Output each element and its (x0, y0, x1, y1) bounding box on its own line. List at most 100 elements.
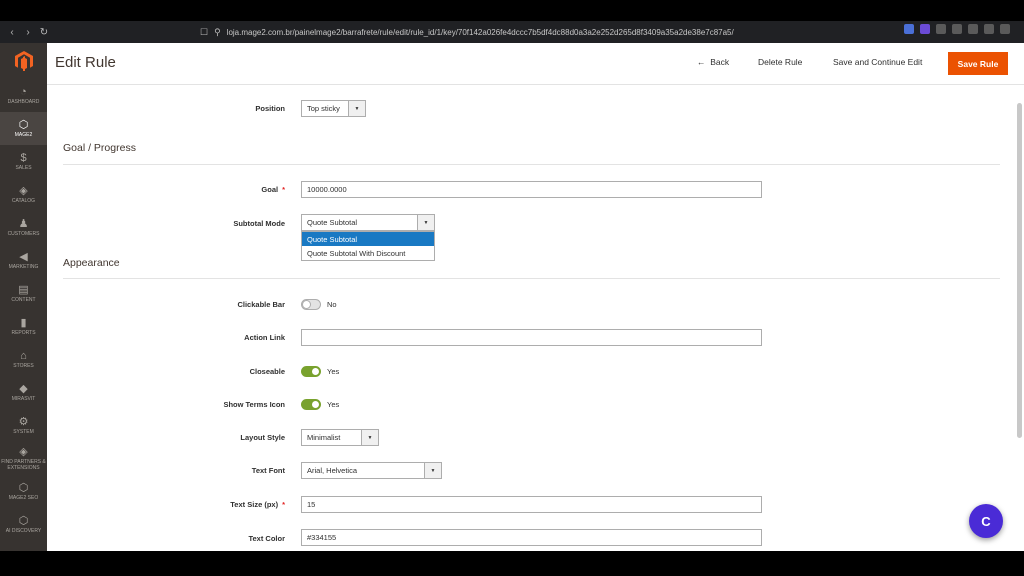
clickable-bar-value: No (327, 300, 337, 309)
browser-back-icon[interactable]: ‹ (4, 24, 20, 40)
extension-icon[interactable] (920, 24, 930, 34)
toggle-knob (311, 400, 320, 409)
sidebar-item-label: SYSTEM (13, 429, 34, 435)
text-size-label: Text Size (px) * (230, 500, 285, 509)
subtotal-mode-dropdown: Quote Subtotal Quote Subtotal With Disco… (301, 231, 435, 261)
megaphone-icon: ◀ (19, 251, 28, 263)
chevron-down-icon: ▼ (348, 101, 365, 116)
goal-input[interactable]: 10000.0000 (301, 181, 762, 198)
closeable-value: Yes (327, 367, 340, 376)
hexagon-icon: ⬡ (18, 515, 29, 527)
page-scrollbar[interactable] (1017, 103, 1022, 438)
sidebar-item-label: STORES (13, 363, 34, 369)
dropdown-option[interactable]: Quote Subtotal (302, 232, 434, 246)
clickable-bar-toggle[interactable] (301, 299, 321, 310)
sidebar-item-label: FIND PARTNERS & EXTENSIONS (1, 459, 46, 471)
sidebar-item-system[interactable]: ⚙ SYSTEM (0, 409, 47, 442)
position-select[interactable]: Top sticky ▼ (301, 100, 366, 117)
sidebar-item-catalog[interactable]: ◈ CATALOG (0, 178, 47, 211)
back-button[interactable]: ← Back (697, 57, 729, 67)
text-font-label: Text Font (251, 466, 285, 475)
video-letterbox-bottom (0, 551, 1024, 576)
subtotal-mode-value: Quote Subtotal (307, 218, 358, 227)
sidebar-item-label: MIRASVIT (11, 396, 36, 402)
sidebar-item-customers[interactable]: ♟ CUSTOMERS (0, 211, 47, 244)
sidebar-item-label: MAGE2 SEO (8, 495, 39, 501)
show-terms-label: Show Terms Icon (223, 400, 285, 409)
text-size-input[interactable]: 15 (301, 496, 762, 513)
menu-icon[interactable] (1000, 24, 1010, 34)
profile-icon[interactable] (984, 24, 994, 34)
sidebar-item-label: AI DISCOVERY (5, 528, 42, 534)
diamond-icon: ◆ (19, 383, 28, 395)
sidebar-item-find-partners-extensions[interactable]: ◈ FIND PARTNERS & EXTENSIONS (0, 442, 47, 475)
section-divider (63, 278, 1000, 279)
section-appearance: Appearance (63, 257, 120, 269)
sidebar-item-reports[interactable]: ▮ REPORTS (0, 310, 47, 343)
sidebar-item-label: MAGE2 (14, 132, 33, 138)
show-terms-toggle[interactable] (301, 399, 321, 410)
text-color-label: Text Color (248, 534, 285, 543)
sidebar-item-label: MARKETING (8, 264, 39, 270)
sidebar-item-mage2[interactable]: ⬡ MAGE2 (0, 112, 47, 145)
page-header: Edit Rule ← Back Delete Rule Save and Co… (47, 43, 1024, 85)
wallet-icon[interactable] (968, 24, 978, 34)
chat-widget-button[interactable]: C (969, 504, 1003, 538)
layout-style-select[interactable]: Minimalist ▼ (301, 429, 379, 446)
sidebar-item-mirasvit[interactable]: ◆ MIRASVIT (0, 376, 47, 409)
magento-logo[interactable] (0, 43, 47, 79)
section-goal-progress: Goal / Progress (63, 142, 136, 154)
sidebar-item-ai-discovery[interactable]: ⬡ AI DISCOVERY (0, 508, 47, 541)
sidebar-item-dashboard[interactable]: ◔ DASHBOARD (0, 79, 47, 112)
action-link-input[interactable] (301, 329, 762, 346)
sidebar-item-label: CATALOG (11, 198, 36, 204)
text-color-input[interactable]: #334155 (301, 529, 762, 546)
dropdown-option[interactable]: Quote Subtotal With Discount (302, 246, 434, 260)
chevron-down-icon: ▼ (417, 215, 434, 230)
reload-icon[interactable]: ↻ (36, 24, 52, 40)
sidebar-item-mage2-seo[interactable]: ⬡ MAGE2 SEO (0, 475, 47, 508)
chevron-down-icon: ▼ (361, 430, 378, 445)
browser-forward-icon[interactable]: › (20, 24, 36, 40)
url-text: loja.mage2.com.br/painelmage2/barrafrete… (226, 27, 734, 37)
sidebar-item-label: CONTENT (11, 297, 36, 303)
arrow-left-icon: ← (697, 57, 706, 67)
clickable-bar-label: Clickable Bar (237, 300, 285, 309)
closeable-toggle[interactable] (301, 366, 321, 377)
store-icon: ⌂ (20, 350, 27, 362)
page-title: Edit Rule (55, 54, 116, 71)
puzzle-icon[interactable] (936, 24, 946, 34)
extension-icon[interactable] (904, 24, 914, 34)
bar-chart-icon: ▮ (20, 317, 27, 329)
position-select-value: Top sticky (307, 104, 340, 113)
save-rule-button[interactable]: Save Rule (948, 52, 1008, 75)
position-label: Position (255, 104, 285, 113)
sidebar-item-content[interactable]: ▤ CONTENT (0, 277, 47, 310)
bookmark-icon[interactable]: ☐ (200, 27, 208, 38)
layout-style-value: Minimalist (307, 433, 341, 442)
dashboard-icon: ◔ (20, 86, 27, 98)
sidebar-item-label: REPORTS (11, 330, 36, 336)
text-font-select[interactable]: Arial, Helvetica ▼ (301, 462, 442, 479)
subtotal-mode-select[interactable]: Quote Subtotal ▼ (301, 214, 435, 231)
section-divider (63, 164, 1000, 165)
partners-icon: ◈ (19, 446, 28, 458)
sidebar-item-label: DASHBOARD (7, 99, 40, 105)
admin-sidebar: ◔ DASHBOARD ⬡ MAGE2 $ SALES ◈ CATALOG ♟ CUSTOMERS… (0, 43, 47, 551)
delete-rule-button[interactable]: Delete Rule (758, 57, 802, 67)
site-info-icon[interactable]: ⚲ (214, 27, 221, 38)
toggle-knob (311, 367, 320, 376)
address-bar[interactable]: ☐ ⚲ loja.mage2.com.br/painelmage2/barraf… (200, 24, 800, 40)
sidebar-icon[interactable] (952, 24, 962, 34)
content-icon: ▤ (18, 284, 29, 296)
chevron-down-icon: ▼ (424, 463, 441, 478)
sidebar-item-sales[interactable]: $ SALES (0, 145, 47, 178)
toggle-knob (302, 300, 311, 309)
sidebar-item-stores[interactable]: ⌂ STORES (0, 343, 47, 376)
save-continue-button[interactable]: Save and Continue Edit (833, 57, 922, 67)
action-link-label: Action Link (244, 333, 285, 342)
layout-style-label: Layout Style (240, 433, 285, 442)
video-letterbox-top (0, 0, 1024, 21)
sidebar-item-marketing[interactable]: ◀ MARKETING (0, 244, 47, 277)
person-icon: ♟ (18, 218, 29, 230)
